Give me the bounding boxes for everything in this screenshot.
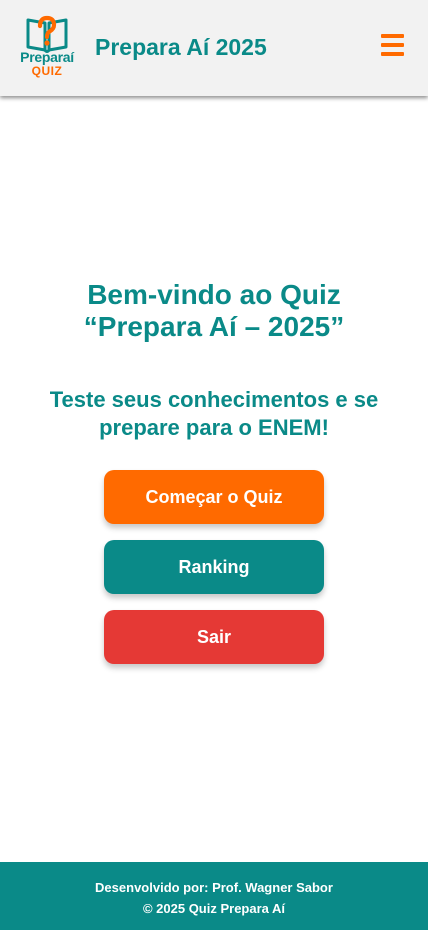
menu-bar-line [381,43,404,47]
welcome-line-2: “Prepara Aí – 2025” [83,311,345,342]
menu-bar-line [381,52,404,56]
app-title: Prepara Aí 2025 [95,34,267,60]
ranking-button[interactable]: Ranking [104,540,324,594]
page: Preparaí QUIZ Prepara Aí 2025 Bem-vindo … [0,0,428,930]
footer-copyright: © 2025 Quiz Prepara Aí [142,901,286,916]
exit-button[interactable]: Sair [104,610,324,664]
book-question-icon [26,15,68,53]
hero-section: Bem-vindo ao Quiz “Prepara Aí – 2025” Te… [0,96,428,862]
footer: Desenvolvido por: Prof. Wagner Sabor © 2… [0,862,428,930]
app-logo[interactable]: Preparaí QUIZ [14,14,80,80]
welcome-heading: Bem-vindo ao Quiz “Prepara Aí – 2025” [0,279,428,343]
logo-sub-text: QUIZ [31,64,63,78]
logo-brand-text: Preparaí [20,49,74,65]
tagline: Teste seus conhecimentos e se prepare pa… [49,387,379,440]
start-quiz-button[interactable]: Começar o Quiz [104,470,324,524]
footer-credit: Desenvolvido por: Prof. Wagner Sabor [95,880,333,895]
welcome-line-1: Bem-vindo ao Quiz [87,279,341,310]
top-bar: Preparaí QUIZ Prepara Aí 2025 [0,0,428,96]
menu-bar-line [381,34,404,38]
hamburger-menu-icon[interactable] [379,32,407,60]
